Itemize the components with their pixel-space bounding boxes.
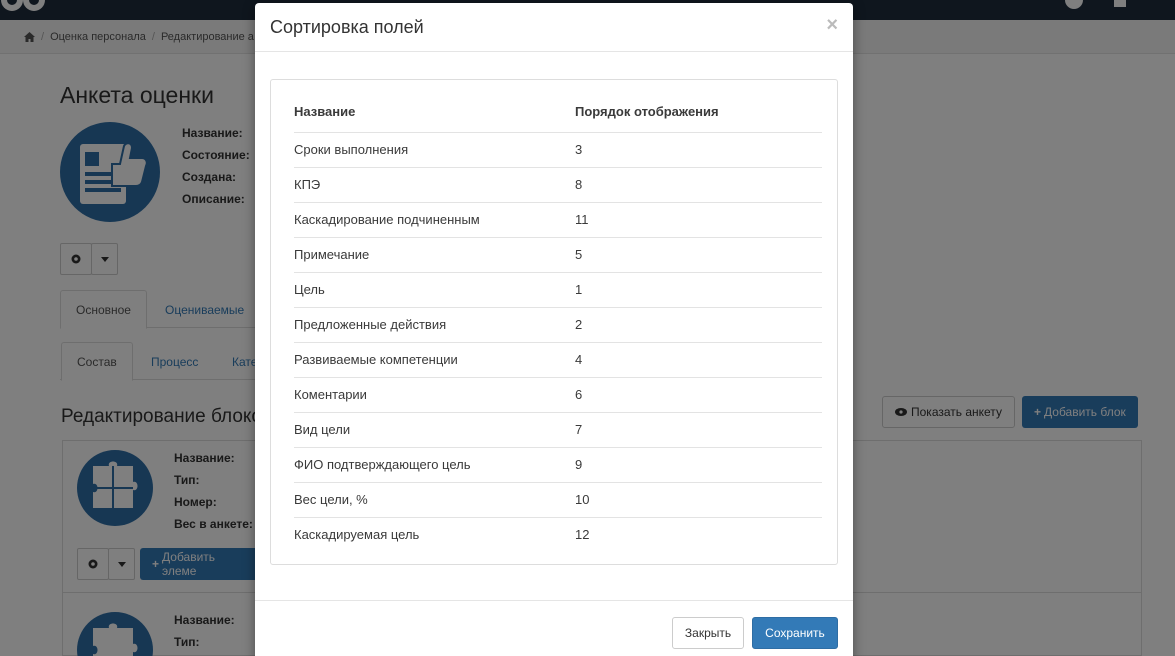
field-order-cell: 9 [575,446,822,482]
field-name-cell: Вид цели [294,411,575,447]
field-order-cell: 7 [575,411,822,447]
field-name-cell: Предложенные действия [294,306,575,342]
table-row[interactable]: Каскадируемая цель 12 [294,516,822,552]
table-row[interactable]: Вид цели 7 [294,411,822,447]
modal-title: Сортировка полей [270,17,424,37]
field-name-cell: Каскадируемая цель [294,516,575,552]
column-header-order: Порядок отображения [575,104,719,120]
field-order-cell: 12 [575,516,822,552]
field-name-cell: Цель [294,271,575,307]
field-order-cell: 4 [575,341,822,377]
field-order-cell: 5 [575,236,822,272]
field-order-cell: 8 [575,166,822,202]
fields-table: Название Порядок отображения Сроки выпол… [294,92,822,552]
table-row[interactable]: КПЭ 8 [294,166,822,202]
table-row[interactable]: Развиваемые компетенции 4 [294,341,822,377]
modal-footer: Закрыть Сохранить [255,600,853,656]
table-row[interactable]: Вес цели, % 10 [294,481,822,517]
field-name-cell: ФИО подтверждающего цель [294,446,575,482]
table-row[interactable]: Предложенные действия 2 [294,306,822,342]
field-name-cell: Примечание [294,236,575,272]
field-name-cell: КПЭ [294,166,575,202]
field-order-cell: 10 [575,481,822,517]
column-header-name: Название [294,104,356,120]
table-row[interactable]: Примечание 5 [294,236,822,272]
field-order-cell: 6 [575,376,822,412]
field-name-cell: Вес цели, % [294,481,575,517]
field-name-cell: Коментарии [294,376,575,412]
fields-panel: Название Порядок отображения Сроки выпол… [270,79,838,565]
close-icon[interactable]: × [826,15,838,35]
field-name-cell: Каскадирование подчиненным [294,201,575,237]
close-button[interactable]: Закрыть [672,617,744,649]
table-row[interactable]: Сроки выполнения 3 [294,131,822,167]
table-header-row: Название Порядок отображения [294,92,822,132]
table-row[interactable]: Коментарии 6 [294,376,822,412]
fields-table-body: Сроки выполнения 3 КПЭ 8 Каскадирование подч… [294,131,822,552]
field-order-cell: 2 [575,306,822,342]
field-name-cell: Сроки выполнения [294,131,575,167]
table-row[interactable]: ФИО подтверждающего цель 9 [294,446,822,482]
field-name-cell: Развиваемые компетенции [294,341,575,377]
modal-header: Сортировка полей × [255,3,853,52]
sort-fields-modal: Сортировка полей × Название Порядок отоб… [255,3,853,656]
field-order-cell: 3 [575,131,822,167]
save-button[interactable]: Сохранить [752,617,838,649]
field-order-cell: 11 [575,201,822,237]
table-row[interactable]: Цель 1 [294,271,822,307]
table-row[interactable]: Каскадирование подчиненным 11 [294,201,822,237]
field-order-cell: 1 [575,271,822,307]
